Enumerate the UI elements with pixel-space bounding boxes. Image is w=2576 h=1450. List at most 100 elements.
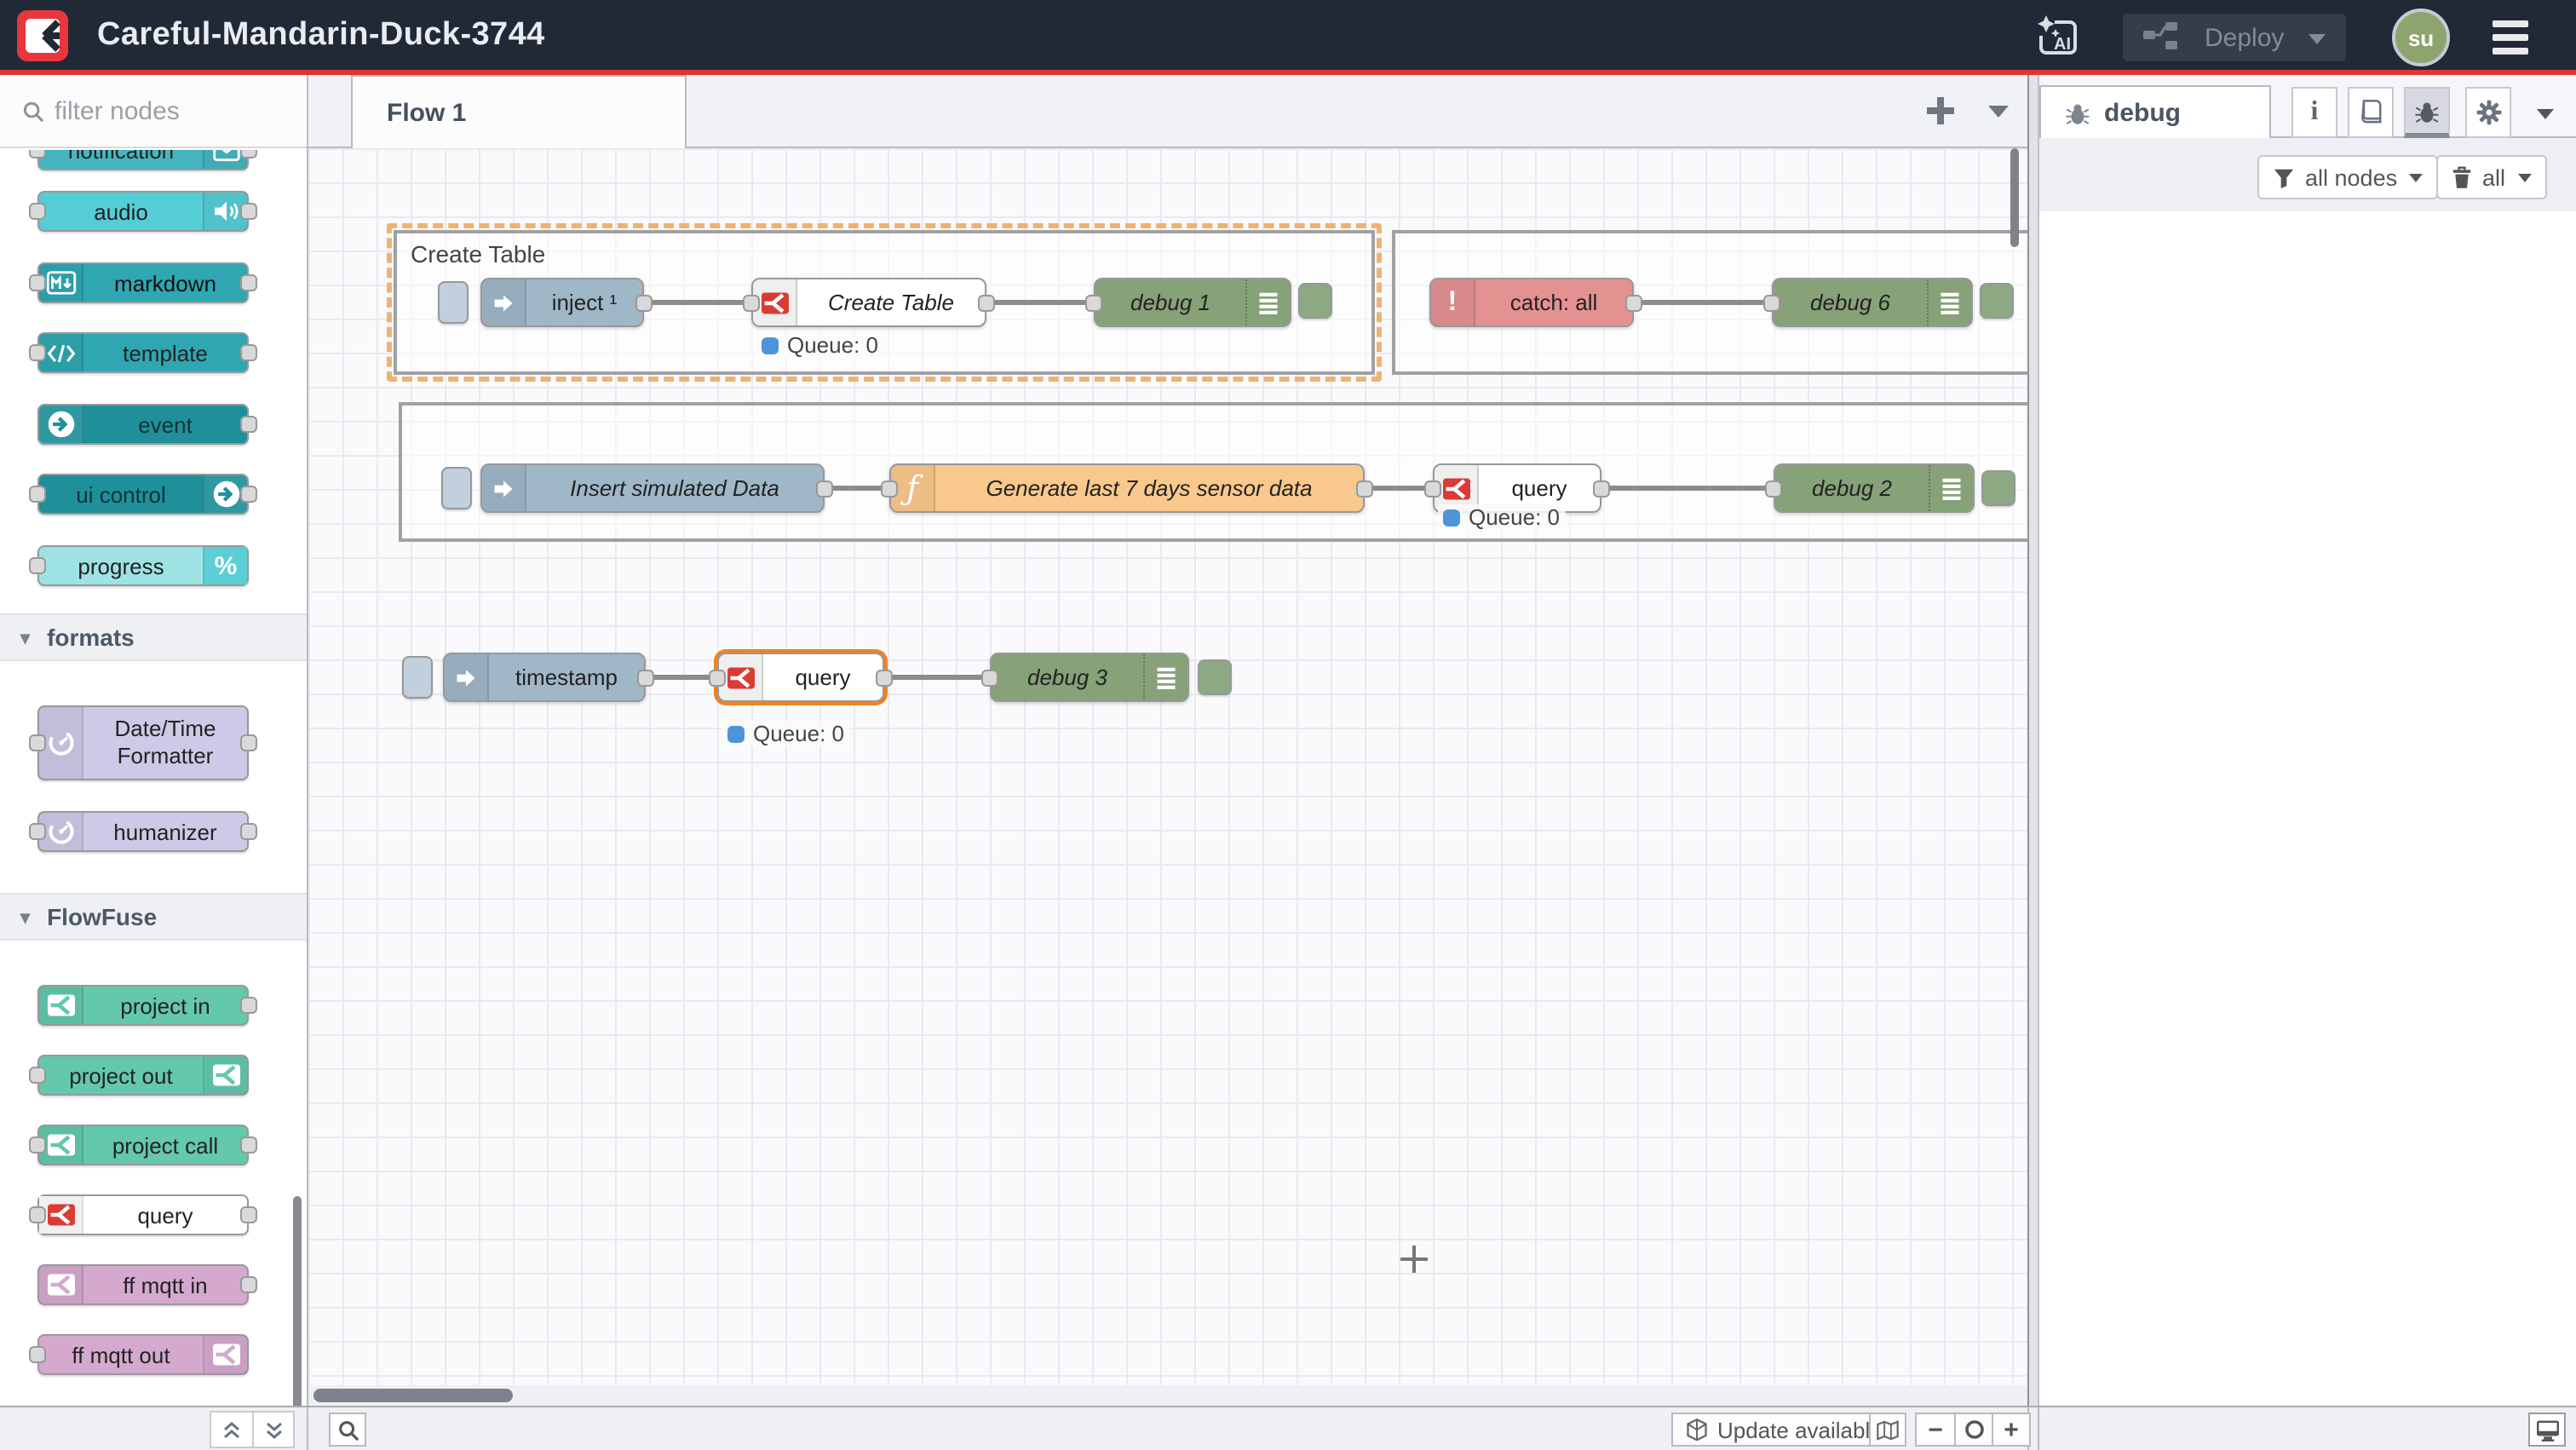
output-port[interactable]	[978, 294, 995, 311]
node-debug-1[interactable]: debug 1	[1094, 278, 1291, 327]
node-debug-2[interactable]: debug 2	[1774, 463, 1975, 513]
palette-filter-input[interactable]	[55, 96, 276, 125]
zoom-reset-button[interactable]	[1954, 1414, 1992, 1445]
node-catch-all[interactable]: ! catch: all	[1429, 278, 1634, 327]
deploy-button[interactable]: Deploy	[2123, 14, 2346, 61]
palette-node-project-call[interactable]: project call	[37, 1125, 249, 1165]
output-port[interactable]	[637, 669, 654, 686]
deploy-caret-icon[interactable]	[2309, 34, 2326, 44]
user-avatar[interactable]: su	[2392, 9, 2450, 66]
palette-node-datetime-formatter[interactable]: Date/Time Formatter	[37, 705, 249, 780]
output-port[interactable]	[1356, 480, 1373, 497]
canvas-vertical-scrollbar[interactable]	[2010, 148, 2019, 247]
collapse-all-categories-button[interactable]	[211, 1413, 252, 1447]
sidebar-menu-caret-icon[interactable]	[2537, 109, 2554, 119]
node-create-table-query[interactable]: Create Table	[751, 278, 986, 327]
wire[interactable]	[884, 675, 990, 680]
palette-section-formats[interactable]: ▾ formats	[0, 613, 307, 661]
add-flow-icon[interactable]	[1927, 97, 1954, 124]
book-icon	[2358, 99, 2383, 126]
palette-node-event[interactable]: event	[37, 404, 249, 445]
palette-footer-buttons	[210, 1411, 295, 1448]
palette-node-ff-mqtt-in[interactable]: ff mqtt in	[37, 1264, 249, 1305]
wire[interactable]	[646, 675, 717, 680]
palette-node-project-out[interactable]: project out	[37, 1055, 249, 1096]
open-dashboard-button[interactable]	[2528, 1413, 2566, 1447]
palette-node-query[interactable]: query	[37, 1194, 249, 1235]
group-label: Create Table	[411, 240, 545, 268]
ai-assistant-icon[interactable]: AI	[2033, 14, 2084, 61]
flowfuse-icon	[203, 1056, 247, 1094]
debug-toggle-button[interactable]	[1298, 283, 1332, 319]
wire[interactable]	[825, 486, 889, 491]
output-port[interactable]	[876, 669, 893, 686]
palette-section-flowfuse[interactable]: ▾ FlowFuse	[0, 893, 307, 941]
node-query-selected[interactable]: query	[717, 653, 884, 702]
node-timestamp-inject[interactable]: timestamp	[443, 653, 646, 702]
main-menu-icon[interactable]	[2493, 20, 2528, 55]
debug-toggle-button[interactable]	[1981, 470, 2015, 506]
wire[interactable]	[644, 300, 751, 305]
canvas-horizontal-scrollbar[interactable]	[313, 1389, 513, 1402]
config-tab-button[interactable]	[2465, 87, 2511, 138]
debug-toggle-button[interactable]	[1980, 283, 2014, 319]
output-port[interactable]	[1625, 294, 1642, 311]
debug-messages-panel[interactable]	[2039, 211, 2576, 1406]
palette-node-audio[interactable]: audio	[37, 191, 249, 232]
palette-node-ff-mqtt-out[interactable]: ff mqtt out	[37, 1334, 249, 1375]
input-port[interactable]	[881, 480, 898, 497]
input-port[interactable]	[1424, 480, 1441, 497]
inject-arrow-icon	[482, 465, 526, 511]
palette-filter[interactable]	[0, 75, 307, 148]
palette-node-progress[interactable]: progress %	[37, 545, 249, 586]
debug-tab-button[interactable]	[2404, 87, 2450, 138]
inject-button[interactable]	[441, 467, 472, 509]
output-port[interactable]	[816, 480, 833, 497]
output-port[interactable]	[1593, 480, 1610, 497]
zoom-out-button[interactable]: −	[1917, 1414, 1954, 1445]
output-port[interactable]	[635, 294, 653, 311]
palette-node-notification[interactable]: notification	[37, 150, 249, 170]
wire[interactable]	[1634, 300, 1772, 305]
input-port[interactable]	[981, 669, 998, 686]
flow-canvas[interactable]: Create Table inject ¹ Cre	[308, 148, 2027, 1385]
wire[interactable]	[1601, 486, 1774, 491]
node-debug-3[interactable]: debug 3	[990, 653, 1189, 702]
sidebar-tab-debug[interactable]: debug	[2039, 85, 2271, 140]
palette-node-markdown[interactable]: markdown	[37, 262, 249, 303]
palette-scroll-area[interactable]: notification audio markdown	[0, 150, 307, 1406]
debug-clear-button[interactable]: all	[2436, 155, 2546, 199]
debug-list-icon	[1929, 465, 1973, 511]
input-port[interactable]	[1765, 480, 1782, 497]
tab-flow-1[interactable]: Flow 1	[351, 75, 687, 148]
node-inject-1[interactable]: inject ¹	[480, 278, 644, 327]
canvas-scrollbar-track[interactable]	[308, 1385, 2027, 1406]
help-tab-button[interactable]	[2348, 87, 2394, 138]
zoom-in-button[interactable]: +	[1992, 1414, 2029, 1445]
palette-node-project-in[interactable]: project in	[37, 985, 249, 1026]
palette-node-template[interactable]: template	[37, 332, 249, 373]
info-tab-button[interactable]: i	[2291, 87, 2337, 138]
wire[interactable]	[986, 300, 1094, 305]
node-generate-sensor-data-function[interactable]: ƒ Generate last 7 days sensor data	[889, 463, 1365, 513]
palette-node-ui-control[interactable]: ui control	[37, 474, 249, 515]
expand-all-categories-button[interactable]	[252, 1413, 293, 1447]
canvas-search-button[interactable]	[329, 1413, 366, 1447]
debug-filter-button[interactable]: all nodes	[2257, 155, 2438, 199]
node-insert-simulated-data[interactable]: Insert simulated Data	[480, 463, 825, 513]
input-port[interactable]	[1085, 294, 1102, 311]
navigator-button[interactable]	[1869, 1413, 1906, 1447]
node-debug-6[interactable]: debug 6	[1772, 278, 1973, 327]
wire[interactable]	[1365, 486, 1433, 491]
flow-list-caret-icon[interactable]	[1988, 106, 2009, 118]
debug-toggle-button[interactable]	[1198, 659, 1232, 695]
input-port[interactable]	[709, 669, 726, 686]
input-port[interactable]	[743, 294, 760, 311]
input-port[interactable]	[1763, 294, 1780, 311]
palette-node-humanizer[interactable]: humanizer	[37, 811, 249, 852]
inject-button[interactable]	[402, 656, 433, 699]
update-available-button[interactable]: Update available	[1671, 1413, 1896, 1447]
flowfuse-logo-icon[interactable]	[17, 10, 68, 61]
sidebar-resize-handle[interactable]	[2027, 75, 2039, 1450]
inject-button[interactable]	[438, 281, 469, 324]
